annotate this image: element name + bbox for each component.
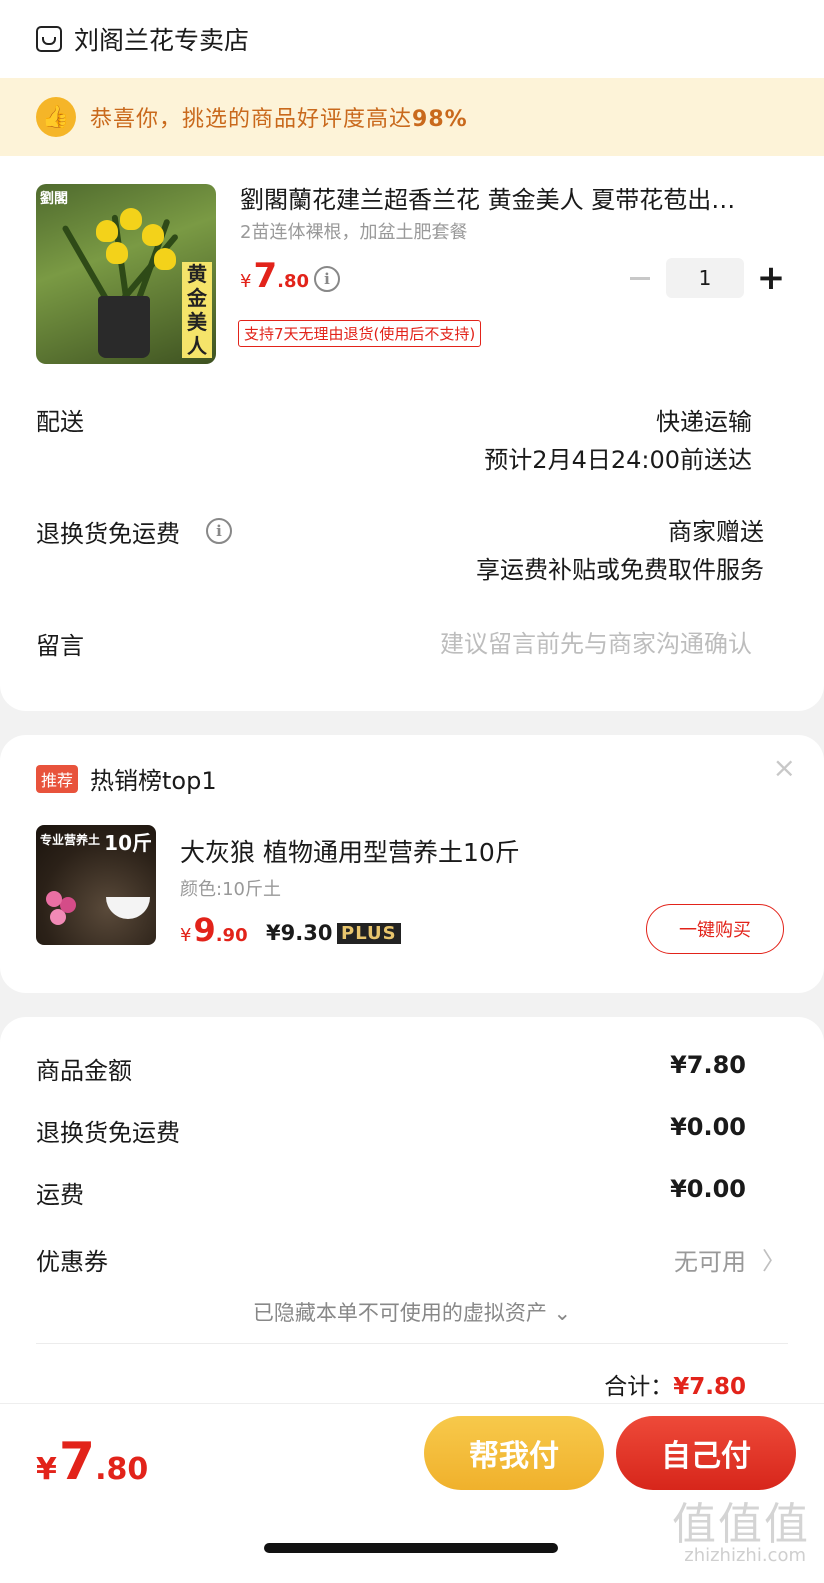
home-indicator[interactable] <box>264 1543 558 1553</box>
summary-item-value: ¥0.00 <box>670 1113 746 1141</box>
quantity-plus-button[interactable]: + <box>756 258 786 298</box>
return-shipping-info-icon[interactable]: i <box>206 518 232 544</box>
message-label: 留言 <box>36 632 84 660</box>
store-name[interactable]: 刘阁兰花专卖店 <box>74 21 249 57</box>
quantity-minus-button[interactable] <box>626 262 654 294</box>
total-row: 合计：¥7.80 <box>604 1367 746 1401</box>
self-pay-button[interactable]: 自己付 <box>616 1416 796 1490</box>
watermark: 值值值 <box>672 1499 810 1550</box>
recommend-plus-price: ¥9.30 <box>266 921 333 945</box>
chevron-right-icon[interactable]: 〉 <box>762 1241 786 1276</box>
coupon-value[interactable]: 无可用 <box>674 1242 746 1277</box>
product-spec: 2苗连体裸根，加盆土肥套餐 <box>240 222 468 243</box>
recommend-image-weight: 10斤 <box>104 831 152 855</box>
recommend-price: ¥9.90 <box>180 911 248 949</box>
total-value: ¥7.80 <box>673 1374 746 1400</box>
delivery-label: 配送 <box>36 408 84 436</box>
return-policy-tag: 支持7天无理由退货(使用后不支持) <box>238 320 482 347</box>
delivery-method[interactable]: 快递运输 <box>656 402 752 437</box>
one-click-buy-button[interactable]: 一键购买 <box>646 904 784 954</box>
product-title[interactable]: 劉閣蘭花建兰超香兰花 黄金美人 夏带花苞出… <box>240 180 780 215</box>
return-shipping-label: 退换货免运费 <box>36 520 180 548</box>
recommend-card: 推荐 热销榜top1 × 专业营养土 10斤 大灰狼 植物通用型营养土10斤 颜… <box>0 735 824 993</box>
praise-banner: 👍 恭喜你，挑选的商品好评度高达98% <box>0 78 824 156</box>
order-card: 劉閣 黄金美人 劉閣蘭花建兰超香兰花 黄金美人 夏带花苞出… 2苗连体裸根，加盆… <box>0 156 824 711</box>
message-input[interactable]: 建议留言前先与商家沟通确认 <box>440 624 752 659</box>
product-image[interactable]: 劉閣 黄金美人 <box>36 184 216 364</box>
product-image-caption: 黄金美人 <box>182 262 212 358</box>
price-info-icon[interactable]: i <box>314 266 340 292</box>
recommend-product-color: 颜色:10斤土 <box>180 879 281 900</box>
recommend-product-name[interactable]: 大灰狼 植物通用型营养土10斤 <box>180 833 520 869</box>
recommend-image-banner: 专业营养土 <box>40 833 101 847</box>
store-header[interactable]: 刘阁兰花专卖店 <box>0 0 824 78</box>
footer-price: ¥7.80 <box>36 1432 149 1492</box>
delivery-eta: 预计2月4日24:00前送达 <box>484 446 752 474</box>
product-price: ¥7.80 <box>240 256 310 296</box>
summary-item-value: ¥0.00 <box>670 1175 746 1203</box>
summary-item-value: ¥7.80 <box>670 1051 746 1079</box>
close-icon[interactable]: × <box>773 751 796 784</box>
praise-text: 恭喜你，挑选的商品好评度高达98% <box>90 107 468 132</box>
coupon-label: 优惠券 <box>36 1248 108 1276</box>
help-pay-button[interactable]: 帮我付 <box>424 1416 604 1490</box>
total-label: 合计： <box>604 1374 674 1400</box>
recommend-badge: 推荐 <box>36 765 79 793</box>
recommend-title: 热销榜top1 <box>90 767 217 795</box>
summary-item-label: 运费 <box>36 1181 84 1209</box>
product-image-logo: 劉閣 <box>40 191 68 207</box>
quantity-input[interactable]: 1 <box>666 258 744 298</box>
return-shipping-gift: 商家赠送 <box>668 518 764 546</box>
plus-badge: PLUS <box>337 923 401 944</box>
praise-percent: 98% <box>412 107 468 132</box>
return-shipping-desc: 享运费补贴或免费取件服务 <box>476 556 764 584</box>
watermark-url: zhizhizhi.com <box>684 1545 806 1566</box>
store-icon <box>36 26 62 52</box>
summary-item-label: 商品金额 <box>36 1057 132 1085</box>
summary-item-label: 退换货免运费 <box>36 1119 180 1147</box>
thumbs-up-icon: 👍 <box>36 97 76 137</box>
hidden-assets-toggle[interactable]: 已隐藏本单不可使用的虚拟资产 ⌄ <box>0 1297 824 1327</box>
divider <box>36 1343 788 1344</box>
recommend-product-image[interactable]: 专业营养土 10斤 <box>36 825 156 945</box>
summary-card: 商品金额 ¥7.80 退换货免运费 ¥0.00 运费 ¥0.00 优惠券 无可用… <box>0 1017 824 1417</box>
